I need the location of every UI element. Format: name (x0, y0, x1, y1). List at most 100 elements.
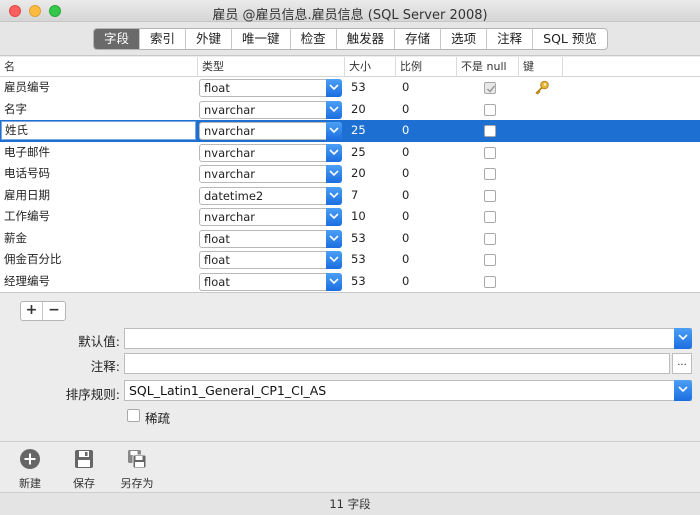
add-field-button[interactable]: + (21, 302, 43, 320)
field-size[interactable]: 25 (347, 142, 366, 163)
type-select[interactable]: nvarchar (199, 208, 342, 226)
tab-comment[interactable]: 注释 (487, 29, 534, 49)
field-size[interactable]: 53 (347, 228, 366, 249)
type-select[interactable]: nvarchar (199, 122, 342, 140)
type-select[interactable]: float (199, 79, 342, 97)
chevron-down-icon[interactable] (326, 208, 342, 226)
table-row[interactable]: 佣金百分比 float 53 0 (0, 249, 700, 271)
header-size[interactable]: 大小 (345, 57, 396, 77)
chevron-down-icon[interactable] (326, 186, 342, 205)
tab-foreign-keys[interactable]: 外键 (186, 29, 233, 49)
field-scale[interactable]: 0 (398, 163, 409, 184)
not-null-checkbox[interactable] (484, 125, 496, 137)
floppy-disk-icon (75, 450, 93, 468)
field-size[interactable]: 53 (347, 77, 366, 98)
header-key[interactable]: 键 (519, 57, 563, 77)
field-scale[interactable]: 0 (398, 120, 409, 141)
header-not-null[interactable]: 不是 null (457, 57, 519, 77)
field-scale[interactable]: 0 (398, 99, 409, 120)
not-null-checkbox[interactable] (484, 82, 496, 94)
tab-storage[interactable]: 存储 (395, 29, 442, 49)
not-null-checkbox[interactable] (484, 211, 496, 223)
type-select[interactable]: datetime2 (199, 186, 342, 205)
field-size[interactable]: 10 (347, 206, 366, 227)
not-null-checkbox[interactable] (484, 146, 496, 159)
sparse-checkbox[interactable] (127, 409, 140, 422)
header-type[interactable]: 类型 (198, 57, 345, 77)
header-scale[interactable]: 比例 (396, 57, 457, 77)
table-row[interactable]: 经理编号 float 53 0 (0, 271, 700, 293)
tab-unique-keys[interactable]: 唯一键 (232, 29, 291, 49)
chevron-down-icon[interactable] (326, 79, 342, 97)
type-select[interactable]: float (199, 251, 342, 269)
field-name[interactable]: 雇员编号 (0, 77, 50, 98)
new-button[interactable]: 新建 (8, 448, 52, 491)
tab-indexes[interactable]: 索引 (140, 29, 187, 49)
field-scale[interactable]: 0 (398, 206, 409, 227)
not-null-checkbox[interactable] (484, 103, 496, 116)
field-name-input[interactable]: 姓氏 (1, 121, 196, 140)
chevron-down-icon[interactable] (326, 229, 342, 248)
field-name[interactable]: 经理编号 (0, 271, 50, 292)
chevron-down-icon[interactable] (326, 251, 342, 269)
field-name[interactable]: 名字 (0, 99, 27, 120)
field-scale[interactable]: 0 (398, 142, 409, 163)
save-as-button[interactable]: 另存为 (115, 448, 159, 491)
tab-sql-preview[interactable]: SQL 预览 (533, 29, 607, 49)
table-row[interactable]: 薪金 float 53 0 (0, 228, 700, 250)
field-name[interactable]: 电话号码 (0, 163, 50, 184)
tab-checks[interactable]: 检查 (291, 29, 337, 49)
field-scale[interactable]: 0 (398, 228, 409, 249)
chevron-down-icon[interactable] (326, 100, 342, 119)
table-row[interactable]: 工作编号 nvarchar 10 0 (0, 206, 700, 228)
chevron-down-icon[interactable] (326, 272, 342, 291)
header-name[interactable]: 名 (0, 57, 198, 77)
type-select[interactable]: nvarchar (199, 100, 342, 119)
table-row[interactable]: 名字 nvarchar 20 0 (0, 99, 700, 121)
not-null-checkbox[interactable] (484, 254, 496, 266)
field-name[interactable]: 电子邮件 (0, 142, 50, 163)
field-size[interactable]: 25 (347, 120, 366, 141)
not-null-checkbox[interactable] (484, 189, 496, 202)
field-size[interactable]: 7 (347, 185, 358, 206)
table-row[interactable]: 雇员编号 float 53 0 (0, 77, 700, 99)
remove-field-button[interactable]: − (43, 302, 65, 320)
chevron-down-icon[interactable] (674, 380, 692, 401)
tab-fields[interactable]: 字段 (94, 29, 141, 49)
table-row[interactable]: 雇用日期 datetime2 7 0 (0, 185, 700, 207)
type-value: nvarchar (204, 145, 256, 160)
field-name[interactable]: 雇用日期 (0, 185, 50, 206)
chevron-down-icon[interactable] (326, 165, 342, 183)
save-button[interactable]: 保存 (62, 448, 106, 491)
not-null-checkbox[interactable] (484, 168, 496, 180)
field-name[interactable]: 薪金 (0, 228, 27, 249)
comment-input[interactable] (124, 353, 670, 374)
tab-options[interactable]: 选项 (441, 29, 488, 49)
tab-triggers[interactable]: 触发器 (337, 29, 396, 49)
field-scale[interactable]: 0 (398, 271, 409, 292)
field-size[interactable]: 53 (347, 271, 366, 292)
chevron-down-icon[interactable] (674, 328, 692, 349)
chevron-down-icon[interactable] (326, 143, 342, 162)
field-name[interactable]: 佣金百分比 (0, 249, 62, 270)
field-scale[interactable]: 0 (398, 249, 409, 270)
field-scale[interactable]: 0 (398, 77, 409, 98)
field-size[interactable]: 20 (347, 163, 366, 184)
chevron-down-icon[interactable] (326, 122, 342, 140)
field-name[interactable]: 工作编号 (0, 206, 50, 227)
default-value-combo[interactable] (124, 328, 692, 349)
type-select[interactable]: nvarchar (199, 143, 342, 162)
not-null-checkbox[interactable] (484, 232, 496, 245)
type-select[interactable]: float (199, 229, 342, 248)
type-select[interactable]: float (199, 272, 342, 291)
table-row[interactable]: 姓氏 nvarchar 25 0 (0, 120, 700, 142)
table-row[interactable]: 电话号码 nvarchar 20 0 (0, 163, 700, 185)
field-size[interactable]: 53 (347, 249, 366, 270)
field-scale[interactable]: 0 (398, 185, 409, 206)
comment-ellipsis-button[interactable]: ... (672, 353, 692, 374)
type-select[interactable]: nvarchar (199, 165, 342, 183)
not-null-checkbox[interactable] (484, 275, 496, 288)
collation-select[interactable]: SQL_Latin1_General_CP1_CI_AS (124, 380, 692, 401)
field-size[interactable]: 20 (347, 99, 366, 120)
table-row[interactable]: 电子邮件 nvarchar 25 0 (0, 142, 700, 164)
